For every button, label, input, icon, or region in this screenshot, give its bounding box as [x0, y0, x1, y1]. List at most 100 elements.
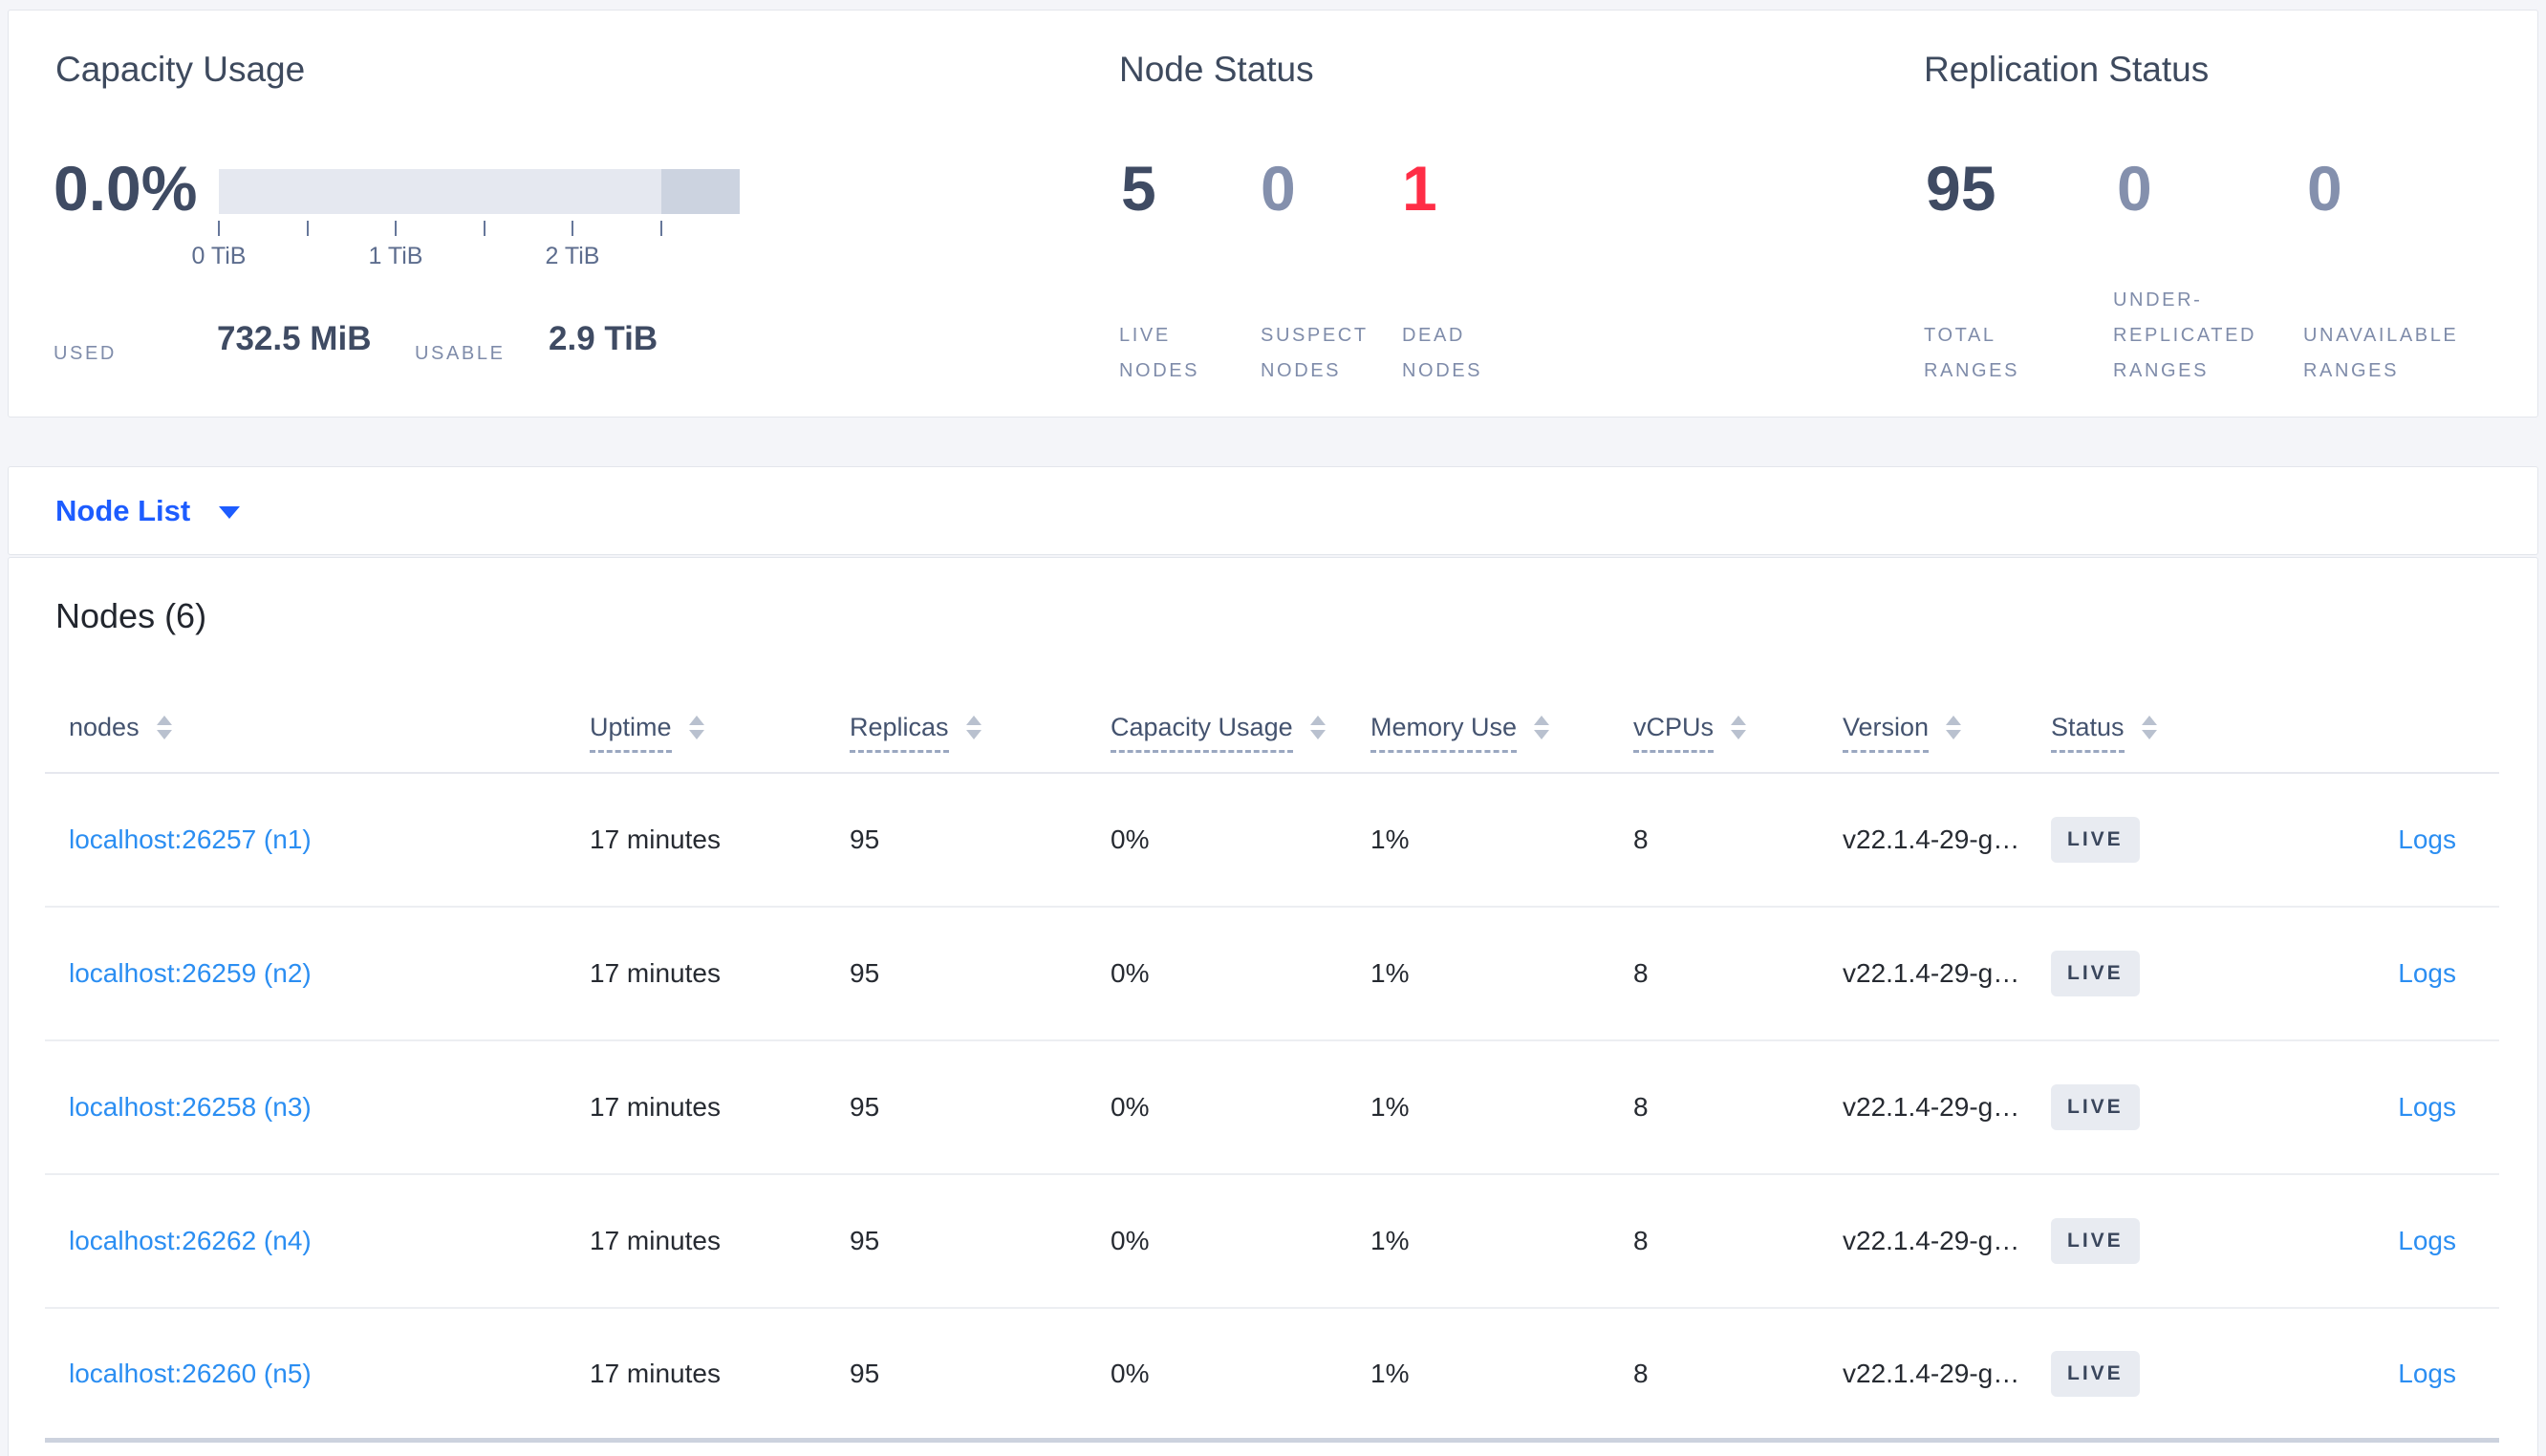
- logs-link[interactable]: Logs: [2398, 1226, 2456, 1255]
- column-header-vcpus[interactable]: vCPUs: [1633, 713, 1843, 772]
- node-link[interactable]: localhost:26259 (n2): [69, 958, 312, 988]
- capacity-axis-tick: [218, 221, 220, 236]
- sort-icon: [1946, 716, 1962, 739]
- sort-icon: [1534, 716, 1550, 739]
- vcpus-cell: 8: [1633, 958, 1649, 988]
- status-badge: LIVE: [2051, 1084, 2140, 1130]
- nodes-heading: Nodes (6): [55, 596, 207, 635]
- capacity-bar-light-segment: [219, 169, 661, 214]
- usable-value: 2.9 TiB: [549, 320, 658, 357]
- suspect-nodes-label: SUSPECT NODES: [1261, 325, 1369, 381]
- node-link[interactable]: localhost:26260 (n5): [69, 1359, 312, 1388]
- uptime-cell: 17 minutes: [590, 824, 721, 854]
- memory-use-cell: 1%: [1370, 824, 1410, 854]
- nodes-table: nodes Uptime Replicas Capacity Usage Mem…: [45, 665, 2499, 1443]
- uptime-cell: 17 minutes: [590, 1226, 721, 1255]
- status-badge: LIVE: [2051, 817, 2140, 863]
- usable-label: USABLE: [415, 343, 506, 364]
- column-header-version[interactable]: Version: [1843, 713, 2051, 772]
- capacity-usage-title: Capacity Usage: [55, 50, 306, 89]
- capacity-axis-tick: [572, 221, 573, 236]
- capacity-axis-tick: [484, 221, 485, 236]
- memory-use-cell: 1%: [1370, 1226, 1410, 1255]
- node-list-dropdown[interactable]: Node List: [8, 466, 2538, 555]
- logs-link[interactable]: Logs: [2398, 958, 2456, 988]
- capacity-usage-cell: 0%: [1111, 1092, 1150, 1122]
- live-nodes-label: LIVE NODES: [1119, 325, 1200, 381]
- used-label: USED: [54, 343, 117, 364]
- unavailable-ranges-label: UNAVAILABLE RANGES: [2303, 325, 2459, 381]
- capacity-usage-cell: 0%: [1111, 1226, 1150, 1255]
- capacity-axis-tick: [307, 221, 309, 236]
- logs-link[interactable]: Logs: [2398, 1092, 2456, 1122]
- capacity-bar-dark-segment: [661, 169, 740, 214]
- logs-link[interactable]: Logs: [2398, 824, 2456, 854]
- status-badge: LIVE: [2051, 1218, 2140, 1264]
- suspect-nodes-count: 0: [1261, 153, 1296, 224]
- node-link[interactable]: localhost:26262 (n4): [69, 1226, 312, 1255]
- sort-icon: [2141, 716, 2157, 739]
- capacity-axis-tick: [395, 221, 397, 236]
- sort-icon: [156, 716, 172, 739]
- node-link[interactable]: localhost:26258 (n3): [69, 1092, 312, 1122]
- capacity-usage-cell: 0%: [1111, 958, 1150, 988]
- version-cell: v22.1.4-29-g…: [1843, 1226, 2020, 1255]
- uptime-cell: 17 minutes: [590, 1358, 721, 1388]
- node-status-title: Node Status: [1119, 50, 1314, 89]
- capacity-usage-cell: 0%: [1111, 1358, 1150, 1388]
- memory-use-cell: 1%: [1370, 1092, 1410, 1122]
- under-replicated-ranges-label: UNDER-REPLICATED RANGES: [2113, 289, 2257, 381]
- table-row: localhost:26260 (n5) 17 minutes 95 0% 1%…: [45, 1309, 2499, 1443]
- version-cell: v22.1.4-29-g…: [1843, 1358, 2020, 1388]
- logs-link[interactable]: Logs: [2398, 1359, 2456, 1388]
- capacity-tick-label-0: 0 TiB: [191, 243, 247, 269]
- column-header-memory-use[interactable]: Memory Use: [1370, 713, 1633, 772]
- used-value: 732.5 MiB: [217, 320, 372, 357]
- column-header-logs-empty: [2313, 753, 2499, 772]
- memory-use-cell: 1%: [1370, 958, 1410, 988]
- dead-nodes-count: 1: [1402, 153, 1437, 224]
- node-link[interactable]: localhost:26257 (n1): [69, 824, 312, 854]
- column-header-replicas[interactable]: Replicas: [850, 713, 1111, 772]
- sort-icon: [1731, 716, 1747, 739]
- uptime-cell: 17 minutes: [590, 958, 721, 988]
- unavailable-ranges-count: 0: [2307, 153, 2342, 224]
- version-cell: v22.1.4-29-g…: [1843, 824, 2020, 854]
- table-row: localhost:26262 (n4) 17 minutes 95 0% 1%…: [45, 1175, 2499, 1309]
- replicas-cell: 95: [850, 1226, 880, 1255]
- vcpus-cell: 8: [1633, 1358, 1649, 1388]
- sort-icon: [688, 716, 704, 739]
- version-cell: v22.1.4-29-g…: [1843, 1092, 2020, 1122]
- node-list-dropdown-label[interactable]: Node List: [55, 494, 190, 528]
- replicas-cell: 95: [850, 1358, 880, 1388]
- column-header-nodes[interactable]: nodes: [45, 713, 590, 772]
- table-row: localhost:26257 (n1) 17 minutes 95 0% 1%…: [45, 774, 2499, 908]
- table-row: localhost:26259 (n2) 17 minutes 95 0% 1%…: [45, 908, 2499, 1041]
- replication-status-title: Replication Status: [1924, 50, 2210, 89]
- replicas-cell: 95: [850, 958, 880, 988]
- table-row: localhost:26258 (n3) 17 minutes 95 0% 1%…: [45, 1041, 2499, 1175]
- vcpus-cell: 8: [1633, 1226, 1649, 1255]
- replicas-cell: 95: [850, 1092, 880, 1122]
- version-cell: v22.1.4-29-g…: [1843, 958, 2020, 988]
- capacity-usage-percent: 0.0%: [54, 153, 198, 224]
- capacity-axis-tick: [660, 221, 662, 236]
- status-badge: LIVE: [2051, 951, 2140, 996]
- capacity-tick-label-1: 1 TiB: [368, 243, 423, 269]
- nodes-table-panel: Nodes (6) nodes Uptime Replicas Capacity…: [8, 557, 2538, 1456]
- capacity-usage-cell: 0%: [1111, 824, 1150, 854]
- nodes-table-header-row: nodes Uptime Replicas Capacity Usage Mem…: [45, 665, 2499, 774]
- total-ranges-count: 95: [1926, 153, 1996, 224]
- sort-icon: [965, 716, 982, 739]
- capacity-usage-bar: [219, 169, 740, 214]
- column-header-capacity-usage[interactable]: Capacity Usage: [1111, 713, 1370, 772]
- column-header-uptime[interactable]: Uptime: [590, 713, 850, 772]
- cluster-overview-page: Capacity Usage 0.0% 0 TiB 1 TiB 2 TiB US…: [0, 0, 2546, 1456]
- column-header-status[interactable]: Status: [2051, 713, 2313, 772]
- total-ranges-label: TOTAL RANGES: [1924, 325, 2020, 381]
- capacity-tick-label-2: 2 TiB: [545, 243, 600, 269]
- cluster-summary-panel: Capacity Usage 0.0% 0 TiB 1 TiB 2 TiB US…: [8, 10, 2538, 418]
- status-badge: LIVE: [2051, 1350, 2140, 1397]
- chevron-down-icon: [219, 506, 241, 519]
- vcpus-cell: 8: [1633, 1092, 1649, 1122]
